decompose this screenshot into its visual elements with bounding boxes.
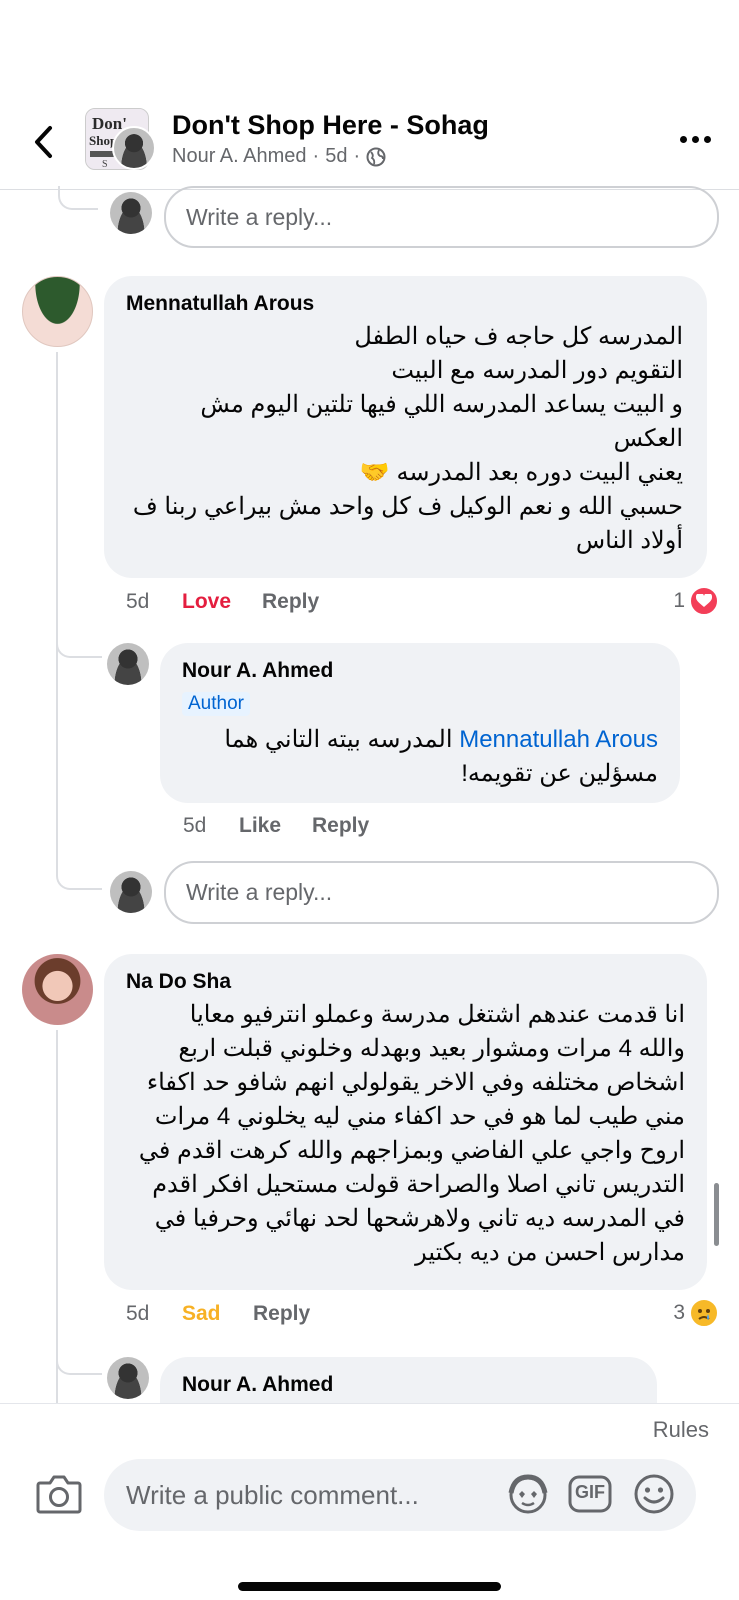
home-indicator[interactable] [238,1582,501,1591]
reaction-count: 1 [673,589,685,612]
meta-separator-2: · [353,145,361,167]
emoji-button[interactable] [632,1473,676,1520]
commenter-name[interactable]: Na Do Sha [126,970,231,994]
dot-icon [704,136,711,143]
post-author[interactable]: Nour A. Ahmed [172,145,307,168]
reply-placeholder: Write a reply... [186,203,333,230]
comment-line: التقويم دور المدرسه مع البيت [391,357,683,384]
comment-line: والله 4 مرات ومشوار بعيد وبهدله وخلوني ق… [178,1035,685,1062]
comment-line: يعني البيت دوره بعد المدرسه 🤝 [359,459,683,486]
comment-composer: Rules Write a public comment... GIF [0,1403,739,1600]
reply-line: مسؤلين عن تقويمه! [461,760,658,787]
reply-author-name[interactable]: Nour A. Ahmed [182,1373,333,1397]
reply-author-name[interactable]: Nour A. Ahmed [182,659,333,683]
gif-button[interactable]: GIF [568,1473,612,1520]
reply-input[interactable]: Write a reply... [164,186,719,248]
heart-icon [689,586,719,616]
comment-line: مدارس احسن من ديه بكتير [415,1239,685,1266]
dot-icon [692,136,699,143]
thread-line [56,352,58,862]
avatar-sticker-button[interactable] [506,1473,550,1520]
user-avatar [110,192,152,234]
svg-text:S: S [102,159,108,170]
user-avatar[interactable] [107,1357,149,1399]
rules-link[interactable]: Rules [653,1417,709,1443]
mention-link[interactable]: Mennatullah Arous [459,726,658,753]
comment-line: اشخاص مختلفه وفي الاخر يقولولي انهم شافو… [146,1069,685,1096]
reply-line: Mennatullah Arous المدرسه بيته التاني هم… [178,723,658,757]
comment-line: في المدرسه ديه تاني ولاهرشحها لحد نهائي … [154,1205,685,1232]
thread-connector [56,630,102,658]
reply-actions: 5d Like Reply [183,814,369,838]
sad-face-icon [689,1298,719,1328]
post-time: 5d [325,145,348,167]
reaction-summary[interactable]: 1 [673,586,719,616]
commenter-avatar[interactable] [22,276,93,347]
post-header: Don' Shop S Don't Shop Here - Sohag Nour… [0,96,739,190]
meta-separator: · [312,145,320,167]
love-reaction-button[interactable]: Love [182,590,262,614]
reply-time: 5d [183,814,207,837]
chevron-left-icon [35,126,52,158]
reaction-summary[interactable]: 3 [673,1298,719,1328]
comment-actions: 5d Sad Reply [126,1302,310,1326]
more-options-button[interactable] [680,136,711,143]
smiley-icon [634,1474,674,1514]
comment-placeholder: Write a public comment... [126,1479,419,1510]
thread-connector [56,1345,102,1375]
comment-line: المدرسه كل حاجه ف حياه الطفل [354,323,683,350]
comment-text: انا قدمت عندهم اشتغل مدرسة وعملو انترفيو… [110,998,685,1270]
comment-line: اروح واجي علي الفاضي وبمزاجهم والله كرهت… [138,1137,685,1164]
camera-icon [36,1475,82,1514]
commenter-avatar[interactable] [22,954,93,1025]
reply-placeholder: Write a reply... [186,879,333,905]
reply-button[interactable]: Reply [262,590,319,614]
author-badge: Author [182,692,250,716]
comment-time: 5d [126,590,150,613]
comment-line: و البيت يساعد المدرسه اللي فيها تلتين ال… [200,391,683,418]
back-button[interactable] [28,122,58,162]
comment-bubble[interactable]: Na Do Sha انا قدمت عندهم اشتغل مدرسة وعم… [104,954,707,1290]
comment-bubble[interactable]: Mennatullah Arous المدرسه كل حاجه ف حياه… [104,276,707,578]
comment-text: المدرسه كل حاجه ف حياه الطفل التقويم دور… [123,320,683,558]
group-name[interactable]: Don't Shop Here - Sohag [172,110,489,141]
comment-line: العكس [613,425,683,452]
post-meta: Nour A. Ahmed · 5d · [172,145,386,168]
reply-input[interactable]: Write a reply... [164,861,719,924]
comment-line: انا قدمت عندهم اشتغل مدرسة وعملو انترفيو… [189,1001,685,1028]
comment-actions: 5d Love Reply [126,590,319,614]
dot-icon [680,136,687,143]
comment-line: أولاد الناس [575,527,683,554]
comment-time: 5d [126,1302,150,1325]
comment-line: مني طيب لما هو في حد اكفاء مني ليه يخلون… [154,1103,685,1130]
like-button[interactable]: Like [239,814,312,838]
thread-connector [56,860,102,890]
reply-line-rest: المدرسه بيته التاني هما [224,726,460,753]
comment-line: التدريس تاني اصلا والصراحة قولت مستحيل ا… [152,1171,685,1198]
commenter-name[interactable]: Mennatullah Arous [126,292,314,316]
user-avatar [110,871,152,913]
avatar-sticker-icon [508,1474,548,1514]
reply-button[interactable]: Reply [312,814,369,838]
reply-text: Mennatullah Arous المدرسه بيته التاني هم… [178,723,658,791]
comment-line: حسبي الله و نعم الوكيل ف كل واحد مش بيرا… [132,493,683,520]
author-avatar[interactable] [112,126,156,170]
globe-icon [366,147,386,166]
sad-reaction-button[interactable]: Sad [182,1302,253,1326]
reply-button[interactable]: Reply [253,1302,310,1326]
gif-label: GIF [575,1482,605,1502]
reply-bubble[interactable]: Nour A. Ahmed Author Mennatullah Arous ا… [160,643,680,803]
reaction-count: 3 [673,1301,685,1324]
camera-button[interactable] [36,1474,82,1519]
user-avatar[interactable] [107,643,149,685]
thread-connector [58,186,98,210]
scrollbar[interactable] [714,1183,719,1246]
